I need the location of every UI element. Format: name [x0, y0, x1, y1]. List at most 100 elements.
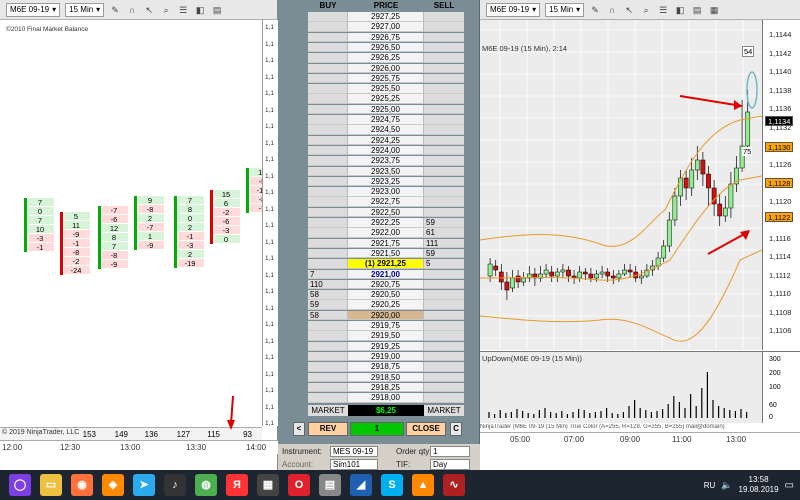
dom-row[interactable]: 2923,00 — [308, 187, 464, 197]
dom-row[interactable]: 2921,75 111 — [308, 238, 464, 249]
sell-cell[interactable] — [424, 207, 464, 218]
zoom-icon[interactable]: ⌕ — [640, 4, 652, 16]
dom-row[interactable]: 2924,00 — [308, 145, 464, 156]
sell-cell[interactable] — [424, 310, 464, 321]
sell-cell[interactable] — [424, 84, 464, 94]
sell-cell[interactable] — [424, 12, 464, 22]
cursor-icon[interactable]: ↖ — [623, 4, 635, 16]
sell-cell[interactable] — [424, 197, 464, 207]
instrument-selector[interactable]: M6E 09-19 ▾ — [486, 2, 541, 17]
buy-cell[interactable] — [308, 22, 348, 32]
buy-cell[interactable] — [308, 53, 348, 63]
dom-row[interactable]: (1) 2921,25 5 — [308, 259, 464, 269]
drawing-tools-icon[interactable]: ◧ — [674, 4, 686, 16]
dom-row[interactable]: 2924,75 — [308, 115, 464, 125]
buy-cell[interactable] — [308, 104, 348, 115]
dom-row[interactable]: 2927,25 — [308, 12, 464, 22]
dom-row[interactable]: 2925,00 — [308, 104, 464, 115]
properties-icon[interactable]: ☰ — [657, 4, 669, 16]
chrome-icon[interactable]: ◍ — [195, 474, 217, 496]
opera-icon[interactable]: O — [288, 474, 310, 496]
dom-row[interactable]: 2919,00 — [308, 351, 464, 362]
buy-cell[interactable] — [308, 12, 348, 22]
sell-cell[interactable] — [424, 269, 464, 280]
sell-cell[interactable] — [424, 32, 464, 43]
sell-cell[interactable] — [424, 372, 464, 383]
sell-cell[interactable] — [424, 73, 464, 84]
sell-cell[interactable] — [424, 382, 464, 393]
yandex-icon[interactable]: Я — [226, 474, 248, 496]
zoom-icon[interactable]: ⌕ — [160, 4, 172, 16]
buy-cell[interactable] — [308, 321, 348, 331]
dom-row[interactable]: 2918,00 — [308, 393, 464, 403]
buy-cell[interactable] — [308, 94, 348, 104]
buy-cell[interactable]: 58 — [308, 290, 348, 300]
dom-row[interactable]: 58 2920,50 — [308, 290, 464, 300]
dom-row[interactable]: 2925,75 — [308, 73, 464, 84]
market-sell-button[interactable]: MARKET — [424, 405, 464, 416]
magnet-icon[interactable]: ∩ — [126, 4, 138, 16]
sell-cell[interactable] — [424, 279, 464, 290]
sell-cell[interactable] — [424, 166, 464, 177]
sell-cell[interactable] — [424, 156, 464, 166]
dom-row[interactable]: 7 2921,00 — [308, 269, 464, 280]
buy-cell[interactable] — [308, 351, 348, 362]
buy-cell[interactable] — [308, 372, 348, 383]
buy-cell[interactable] — [308, 187, 348, 197]
left-price-axis[interactable]: 1,1 1,1 1,1 1,1 1,1 1,1 1,1 1,1 1,1 1,1 1,1 1,1 1,1 1… — [262, 20, 278, 427]
sell-cell[interactable] — [424, 104, 464, 115]
store-icon[interactable]: ◈ — [102, 474, 124, 496]
sell-cell[interactable] — [424, 125, 464, 135]
tif-field[interactable]: Day — [430, 459, 470, 470]
sell-cell[interactable] — [424, 176, 464, 187]
sell-cell[interactable] — [424, 331, 464, 341]
sell-cell[interactable] — [424, 290, 464, 300]
buy-cell[interactable] — [308, 63, 348, 74]
dom-row[interactable]: 2923,50 — [308, 166, 464, 177]
dom-row[interactable]: 2927,00 — [308, 22, 464, 32]
buy-cell[interactable] — [308, 73, 348, 84]
keyboard-language[interactable]: RU — [704, 481, 716, 490]
buy-cell[interactable] — [308, 125, 348, 135]
sell-cell[interactable] — [424, 145, 464, 156]
indicators-icon[interactable]: ▤ — [691, 4, 703, 16]
candle-plot[interactable]: M6E 09-19 (15 Min), 2:14 54 75 — [479, 20, 763, 350]
files-icon[interactable]: ▭ — [40, 474, 62, 496]
buy-cell[interactable] — [308, 166, 348, 177]
sell-cell[interactable] — [424, 351, 464, 362]
updown-indicator-panel[interactable]: UpDown(M6E 09-19 (15 Min)) — [480, 351, 762, 423]
dom-row[interactable]: 2919,50 — [308, 331, 464, 341]
speaker-icon[interactable]: 🔈 — [721, 480, 732, 491]
buy-cell[interactable]: 58 — [308, 310, 348, 321]
calendar-icon[interactable]: ▤ — [319, 474, 341, 496]
sell-cell[interactable]: 59 — [424, 218, 464, 228]
dom-row[interactable]: 2925,25 — [308, 94, 464, 104]
dom-row[interactable]: 2918,50 — [308, 372, 464, 383]
buy-cell[interactable] — [308, 115, 348, 125]
buy-cell[interactable]: 7 — [308, 269, 348, 280]
instrument-field[interactable]: MES 09-19 — [330, 446, 378, 457]
skype-icon[interactable]: S — [381, 474, 403, 496]
buy-cell[interactable] — [308, 84, 348, 94]
market-buy-button[interactable]: MARKET — [308, 405, 348, 416]
dom-row[interactable]: 2926,50 — [308, 42, 464, 53]
sell-cell[interactable] — [424, 321, 464, 331]
sell-cell[interactable] — [424, 187, 464, 197]
dom-row[interactable]: 110 2920,75 — [308, 279, 464, 290]
buy-cell[interactable] — [308, 207, 348, 218]
sell-cell[interactable]: 59 — [424, 248, 464, 259]
buy-cell[interactable] — [308, 248, 348, 259]
dom-row[interactable]: 2922,50 — [308, 207, 464, 218]
buy-cell[interactable] — [308, 218, 348, 228]
dom-row[interactable]: 2924,25 — [308, 135, 464, 146]
dom-row[interactable]: 2918,25 — [308, 382, 464, 393]
buy-cell[interactable] — [308, 382, 348, 393]
dom-row[interactable]: 59 2920,25 — [308, 300, 464, 310]
dom-row[interactable]: 2926,00 — [308, 63, 464, 74]
drawing-tools-icon[interactable]: ◧ — [194, 4, 206, 16]
notifications-icon[interactable]: ▭ — [785, 480, 794, 491]
buy-cell[interactable] — [308, 331, 348, 341]
footprint-plot[interactable]: 7 0 7 10 -3 -1 5 11 -9 -1 -8 -2 -24 -7 -6 12 8 7 -8 -9 9 -8 2-… — [0, 20, 262, 426]
dom-row[interactable]: 2922,25 59 — [308, 218, 464, 228]
buy-cell[interactable] — [308, 259, 348, 269]
